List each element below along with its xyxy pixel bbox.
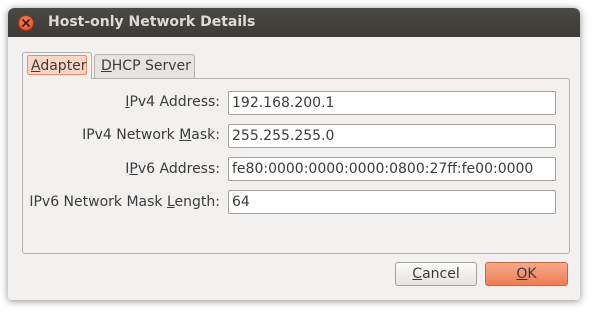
ipv4-address-label: IPv4 Address: (125, 94, 220, 110)
ipv4-network-mask-label: IPv4 Network Mask: (82, 127, 220, 143)
ipv6-address-label: IPv6 Address: (125, 161, 220, 177)
tab-dhcp-server-label: DHCP Server (101, 58, 191, 74)
cancel-button[interactable]: Cancel (395, 262, 477, 286)
dialog-window: Host-only Network Details Adapter DHCP S… (8, 8, 580, 300)
ipv6-network-mask-length-label: IPv6 Network Mask Length: (29, 194, 220, 210)
title-bar[interactable]: Host-only Network Details (8, 8, 580, 37)
tab-adapter-label: Adapter (27, 55, 87, 75)
ipv6-network-mask-length-field[interactable] (228, 190, 556, 214)
close-icon (22, 19, 30, 27)
ipv4-network-mask-field[interactable] (228, 124, 556, 148)
ipv6-address-field[interactable] (228, 157, 556, 181)
ipv4-address-field[interactable] (228, 91, 556, 115)
close-button[interactable] (18, 15, 34, 31)
tab-dhcp-server[interactable]: DHCP Server (94, 54, 195, 78)
ok-button[interactable]: OK (485, 262, 568, 286)
tab-adapter[interactable]: Adapter (22, 52, 92, 79)
window-title: Host-only Network Details (48, 14, 256, 30)
